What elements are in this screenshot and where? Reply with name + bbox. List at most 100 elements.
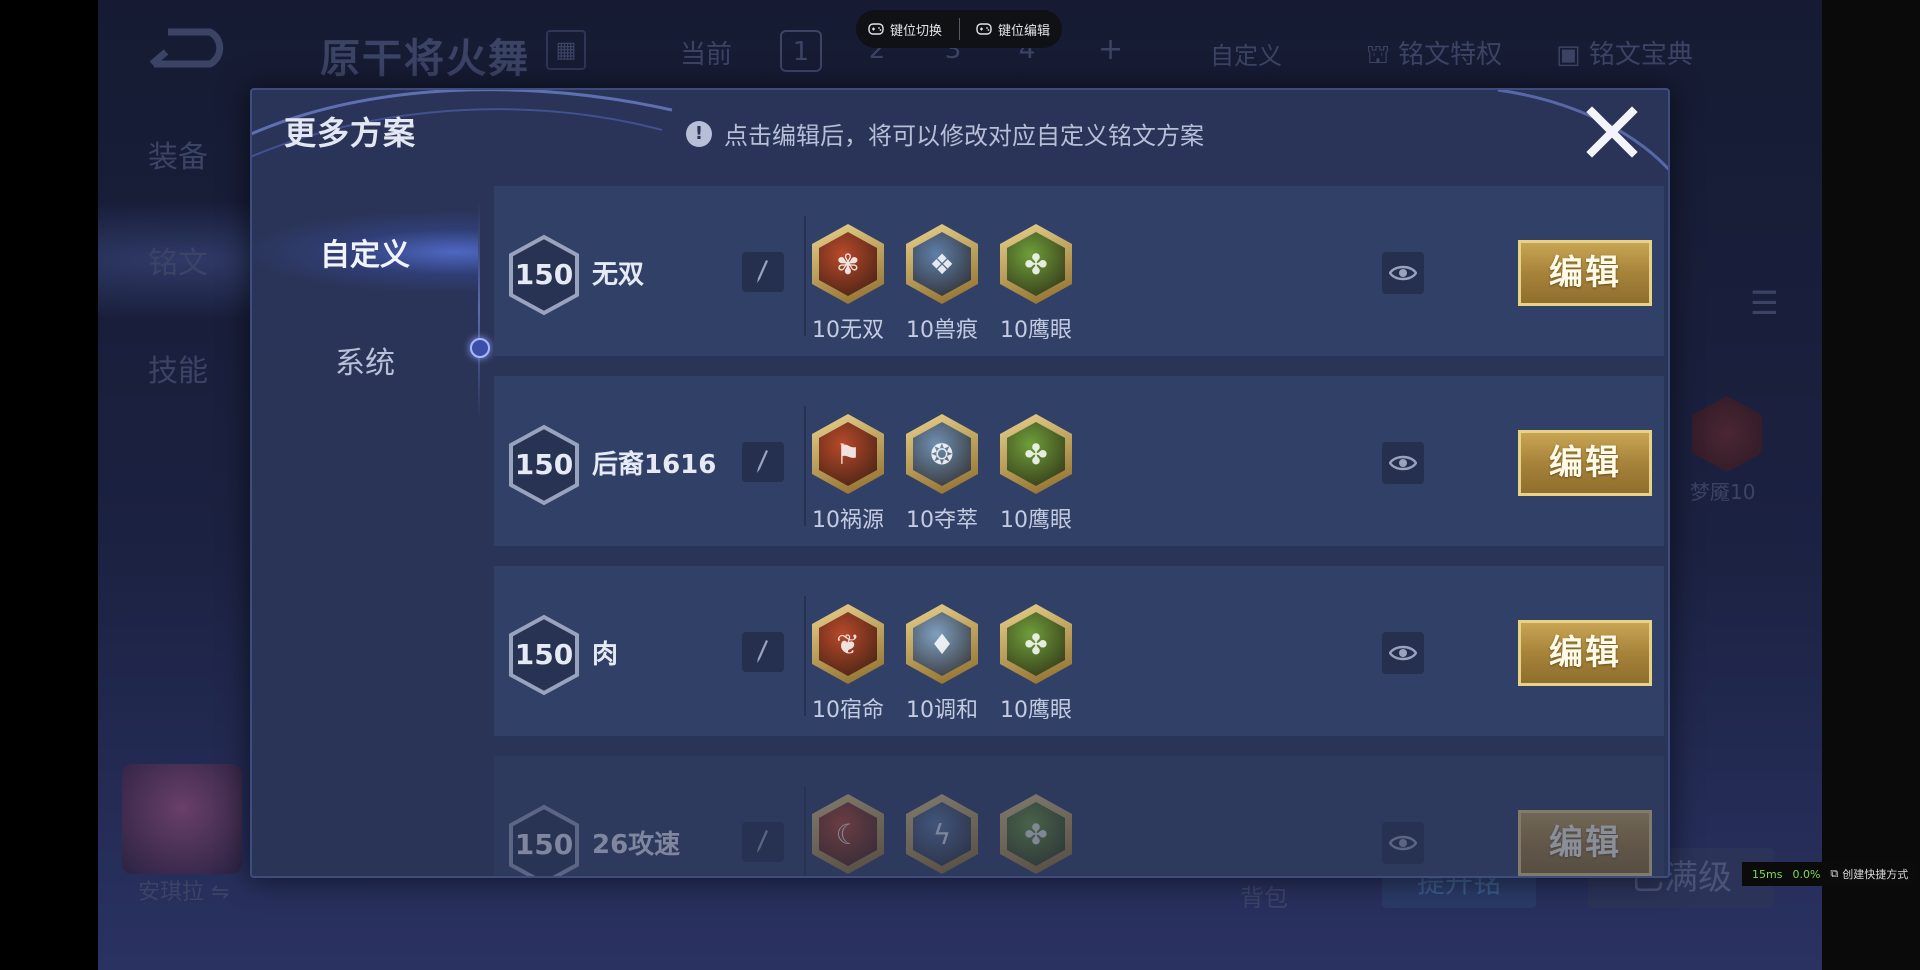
hero-name: 原干将火舞 bbox=[320, 36, 530, 82]
rename-button[interactable] bbox=[742, 252, 784, 292]
rune-slot[interactable]: ☾ bbox=[810, 794, 886, 876]
tab-system[interactable]: 系统 bbox=[252, 320, 478, 400]
preview-button[interactable] bbox=[1382, 442, 1424, 484]
rune-slot[interactable]: ϟ bbox=[904, 794, 980, 876]
rune-label: 10鹰眼 bbox=[1000, 508, 1072, 533]
rune-slot[interactable]: ✤ 10鹰眼 bbox=[998, 604, 1074, 726]
dialog-decoration-right bbox=[1497, 90, 1668, 171]
key-mapping-toolbar: 键位切换 键位编辑 bbox=[856, 10, 1062, 48]
tab-custom[interactable]: 自定义 bbox=[252, 212, 478, 292]
equipment-tab[interactable]: 装备 bbox=[148, 132, 208, 176]
back-arrow-icon[interactable] bbox=[148, 28, 234, 68]
scheme-name: 26攻速 bbox=[592, 830, 681, 860]
rename-button[interactable] bbox=[742, 632, 784, 672]
create-shortcut-label: 创建快捷方式 bbox=[1842, 868, 1909, 881]
eye-icon bbox=[1389, 645, 1417, 661]
menu-icon[interactable]: ☰ bbox=[1750, 284, 1779, 322]
dialog-title: 更多方案 bbox=[284, 114, 417, 152]
close-icon bbox=[1586, 106, 1638, 158]
rune-label: 10鹰眼 bbox=[1000, 698, 1072, 723]
rune-slot[interactable]: ✤ 10鹰眼 bbox=[998, 224, 1074, 346]
level-badge: 150 bbox=[508, 614, 580, 696]
edit-button[interactable]: 编辑 bbox=[1518, 430, 1652, 496]
rune-privilege-button[interactable]: ⛫ 铭文特权 bbox=[1366, 34, 1502, 74]
scheme-list: 150 无双 ✾ 10无双 ❖ 10兽痕 ✤ 10鹰眼 编辑 150 后裔161… bbox=[494, 186, 1666, 876]
rune-label: 10兽痕 bbox=[906, 318, 978, 343]
gamepad-edit-icon bbox=[976, 23, 992, 35]
scheme-row: 150 肉 ❦ 10宿命 ♦ 10调和 ✤ 10鹰眼 编辑 bbox=[494, 566, 1664, 742]
background-rune-icon bbox=[1692, 396, 1762, 472]
level-value: 150 bbox=[514, 828, 574, 861]
rune-slot[interactable]: ♦ 10调和 bbox=[904, 604, 980, 726]
rune-tab[interactable]: 铭文 bbox=[148, 238, 208, 282]
level-value: 150 bbox=[514, 638, 574, 671]
edit-button[interactable]: 编辑 bbox=[1518, 810, 1652, 876]
preview-button[interactable] bbox=[1382, 632, 1424, 674]
dialog-hint: ! 点击编辑后，将可以修改对应自定义铭文方案 bbox=[686, 116, 1204, 151]
eye-icon bbox=[1389, 835, 1417, 851]
moon-rune-icon: ☾ bbox=[812, 794, 884, 874]
edit-button[interactable]: 编辑 bbox=[1518, 240, 1652, 306]
edit-button[interactable]: 编辑 bbox=[1518, 620, 1652, 686]
scheme-name: 肉 bbox=[592, 640, 619, 670]
level-badge: 150 bbox=[508, 424, 580, 506]
shortcut-icon: ⧉ bbox=[1830, 867, 1839, 880]
eye-icon bbox=[1389, 455, 1417, 471]
claw-rune-icon: ❖ bbox=[906, 224, 978, 304]
pencil-icon bbox=[757, 830, 768, 853]
level-badge: 150 bbox=[508, 234, 580, 316]
row-divider bbox=[804, 786, 806, 876]
network-status-bar: 15ms 0.0% ⧉ 创建快捷方式 bbox=[1742, 862, 1918, 886]
pencil-icon bbox=[757, 450, 768, 473]
knot-rune-icon: ❂ bbox=[906, 414, 978, 494]
rune-slot[interactable]: ✤ bbox=[998, 794, 1074, 876]
skill-tab[interactable]: 技能 bbox=[148, 346, 208, 390]
level-value: 150 bbox=[514, 258, 574, 291]
dialog-hint-text: 点击编辑后，将可以修改对应自定义铭文方案 bbox=[724, 122, 1204, 150]
scheme-row: 150 无双 ✾ 10无双 ❖ 10兽痕 ✤ 10鹰眼 编辑 bbox=[494, 186, 1664, 362]
rune-slot[interactable]: ❦ 10宿命 bbox=[810, 604, 886, 726]
flame-rune-icon: ❦ bbox=[812, 604, 884, 684]
grid-icon[interactable]: ▦ bbox=[546, 30, 586, 70]
rose-rune-icon: ✾ bbox=[812, 224, 884, 304]
ping-value: 15ms bbox=[1752, 867, 1783, 881]
scheme-name: 后裔1616 bbox=[592, 450, 717, 480]
clover-rune-icon: ✤ bbox=[1000, 794, 1072, 874]
rune-label: 10鹰眼 bbox=[1000, 318, 1072, 343]
pencil-icon bbox=[757, 640, 768, 663]
page-tab-1[interactable]: 1 bbox=[780, 30, 822, 72]
key-switch-button[interactable]: 键位切换 bbox=[868, 20, 942, 39]
row-divider bbox=[804, 406, 806, 526]
player-name: 安琪拉 ⇋ bbox=[138, 880, 230, 905]
toolbar-divider bbox=[958, 18, 960, 40]
add-page-button[interactable]: + bbox=[1098, 32, 1123, 67]
key-switch-label: 键位切换 bbox=[890, 23, 943, 39]
eye-icon bbox=[1389, 265, 1417, 281]
side-tab-divider bbox=[478, 200, 480, 420]
key-edit-button[interactable]: 键位编辑 bbox=[976, 20, 1050, 39]
background-rune-label: 梦魇10 bbox=[1690, 480, 1756, 504]
hero-avatar[interactable] bbox=[122, 764, 242, 874]
create-shortcut-button[interactable]: ⧉ 创建快捷方式 bbox=[1830, 866, 1908, 882]
close-button[interactable] bbox=[1582, 102, 1642, 162]
pencil-icon bbox=[757, 260, 768, 283]
level-badge: 150 bbox=[508, 804, 580, 876]
rune-slot[interactable]: ⚑ 10祸源 bbox=[810, 414, 886, 536]
rename-button[interactable] bbox=[742, 822, 784, 862]
preview-button[interactable] bbox=[1382, 252, 1424, 294]
rune-label: 10宿命 bbox=[812, 698, 884, 723]
rune-codex-button[interactable]: ▣ 铭文宝典 bbox=[1556, 34, 1693, 71]
custom-scheme-link[interactable]: 自定义 bbox=[1210, 36, 1282, 71]
rename-button[interactable] bbox=[742, 442, 784, 482]
drop-rune-icon: ♦ bbox=[906, 604, 978, 684]
rune-slot[interactable]: ❖ 10兽痕 bbox=[904, 224, 980, 346]
bag-label[interactable]: 背包 bbox=[1240, 878, 1288, 913]
packet-loss-value: 0.0% bbox=[1792, 867, 1821, 881]
rune-slot[interactable]: ❂ 10夺萃 bbox=[904, 414, 980, 536]
preview-button[interactable] bbox=[1382, 822, 1424, 864]
rune-codex-label: 铭文宝典 bbox=[1588, 40, 1693, 70]
rune-privilege-label: 铭文特权 bbox=[1398, 40, 1503, 70]
rune-slot[interactable]: ✤ 10鹰眼 bbox=[998, 414, 1074, 536]
letterbox-left bbox=[0, 0, 98, 970]
rune-slot[interactable]: ✾ 10无双 bbox=[810, 224, 886, 346]
